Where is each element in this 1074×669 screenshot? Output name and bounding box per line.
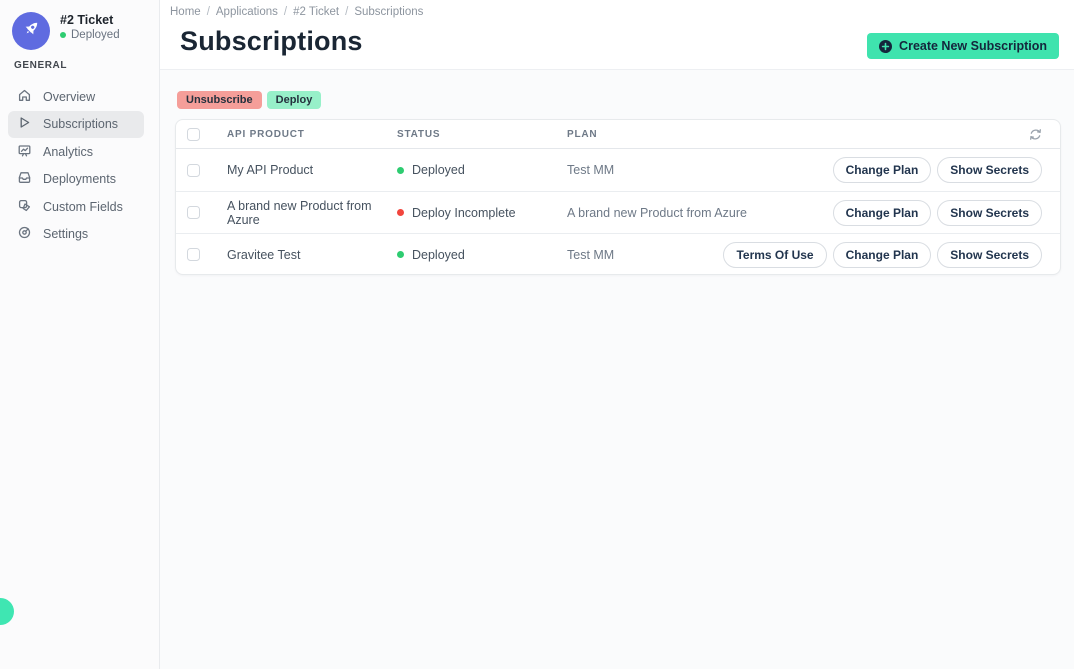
status-cell: Deploy Incomplete [397, 206, 567, 220]
sidebar-item-settings[interactable]: Settings [0, 221, 159, 249]
table-body: My API ProductDeployedTest MMChange Plan… [176, 149, 1060, 275]
refresh-icon[interactable] [1029, 128, 1042, 141]
sidebar-item-label: Analytics [43, 145, 93, 159]
show-secrets-button[interactable]: Show Secrets [937, 157, 1042, 183]
change-plan-button[interactable]: Change Plan [833, 242, 932, 268]
breadcrumb-current: Subscriptions [354, 6, 423, 18]
app-status-label: Deployed [71, 29, 120, 41]
sidebar-item-label: Settings [43, 227, 88, 241]
inbox-stack-icon [17, 170, 32, 188]
status-dot [397, 251, 404, 258]
api-product-cell: My API Product [227, 163, 397, 177]
plan-cell: Test MM [567, 163, 833, 177]
status-label: Deploy Incomplete [412, 206, 516, 220]
gear-icon [17, 225, 32, 243]
sidebar-nav: Overview Subscriptions Analytics [0, 83, 159, 248]
page-title: Subscriptions [180, 26, 363, 57]
status-label: Deployed [412, 248, 465, 262]
sidebar-item-custom-fields[interactable]: Custom Fields [0, 193, 159, 221]
sidebar-item-analytics[interactable]: Analytics [0, 138, 159, 166]
breadcrumb-separator: / [284, 6, 287, 18]
api-product-cell: A brand new Product from Azure [227, 199, 397, 227]
change-plan-button[interactable]: Change Plan [833, 200, 932, 226]
plan-cell: Test MM [567, 248, 723, 262]
change-plan-button[interactable]: Change Plan [833, 157, 932, 183]
sidebar-item-deployments[interactable]: Deployments [0, 166, 159, 194]
select-all-checkbox[interactable] [187, 128, 200, 141]
row-actions: Change PlanShow Secrets [833, 157, 1042, 183]
sidebar-item-subscriptions[interactable]: Subscriptions [8, 111, 144, 139]
home-icon [17, 88, 32, 106]
sidebar-section-label: GENERAL [14, 60, 67, 71]
row-checkbox[interactable] [187, 248, 200, 261]
column-header-api-product: API PRODUCT [227, 129, 397, 140]
subscriptions-table: API PRODUCT STATUS PLAN My API Product De… [175, 119, 1061, 275]
table-row: My API Product Deployed Test MMChange Plan… [176, 149, 1060, 191]
app-status: Deployed [60, 29, 120, 41]
show-secrets-button[interactable]: Show Secrets [937, 242, 1042, 268]
row-actions: Change PlanShow Secrets [833, 200, 1042, 226]
row-checkbox[interactable] [187, 206, 200, 219]
column-header-status: STATUS [397, 129, 567, 140]
page-header: Home / Applications / #2 Ticket / Subscr… [160, 0, 1074, 70]
sidebar-item-overview[interactable]: Overview [0, 83, 159, 111]
create-button-label: Create New Subscription [899, 39, 1047, 53]
shapes-icon [17, 198, 32, 216]
row-checkbox[interactable] [187, 164, 200, 177]
avatar[interactable] [12, 12, 50, 50]
sidebar-item-label: Deployments [43, 172, 116, 186]
sidebar: #2 Ticket Deployed GENERAL Overview Subs… [0, 0, 160, 669]
terms-of-use-button[interactable]: Terms Of Use [723, 242, 826, 268]
plus-circle-icon [879, 40, 892, 53]
status-cell: Deployed [397, 163, 567, 177]
breadcrumb: Home / Applications / #2 Ticket / Subscr… [170, 6, 423, 18]
sidebar-item-label: Subscriptions [43, 117, 118, 131]
deploy-button[interactable]: Deploy [267, 91, 322, 109]
chart-board-icon [17, 143, 32, 161]
content-area: Unsubscribe Deploy API PRODUCT STATUS PL… [160, 70, 1074, 669]
table-header-row: API PRODUCT STATUS PLAN [176, 120, 1060, 149]
table-row: Gravitee Test Deployed Test MMTerms Of Use… [176, 233, 1060, 275]
breadcrumb-home[interactable]: Home [170, 6, 201, 18]
status-label: Deployed [412, 163, 465, 177]
status-dot [397, 167, 404, 174]
plan-cell: A brand new Product from Azure [567, 206, 833, 220]
column-header-plan: PLAN [567, 129, 1029, 140]
sidebar-item-label: Custom Fields [43, 200, 123, 214]
status-dot [397, 209, 404, 216]
play-icon [17, 115, 32, 133]
rocket-icon [20, 18, 42, 45]
app-title: #2 Ticket [60, 13, 113, 27]
api-product-cell: Gravitee Test [227, 248, 397, 262]
breadcrumb-ticket[interactable]: #2 Ticket [293, 6, 339, 18]
status-dot [60, 32, 66, 38]
create-new-subscription-button[interactable]: Create New Subscription [867, 33, 1059, 59]
status-cell: Deployed [397, 248, 567, 262]
unsubscribe-button[interactable]: Unsubscribe [177, 91, 262, 109]
row-actions: Terms Of Use Change PlanShow Secrets [723, 242, 1042, 268]
breadcrumb-applications[interactable]: Applications [216, 6, 278, 18]
show-secrets-button[interactable]: Show Secrets [937, 200, 1042, 226]
breadcrumb-separator: / [345, 6, 348, 18]
sidebar-item-label: Overview [43, 90, 95, 104]
bulk-actions: Unsubscribe Deploy [177, 91, 321, 109]
table-row: A brand new Product from Azure Deploy Inc… [176, 191, 1060, 233]
breadcrumb-separator: / [207, 6, 210, 18]
